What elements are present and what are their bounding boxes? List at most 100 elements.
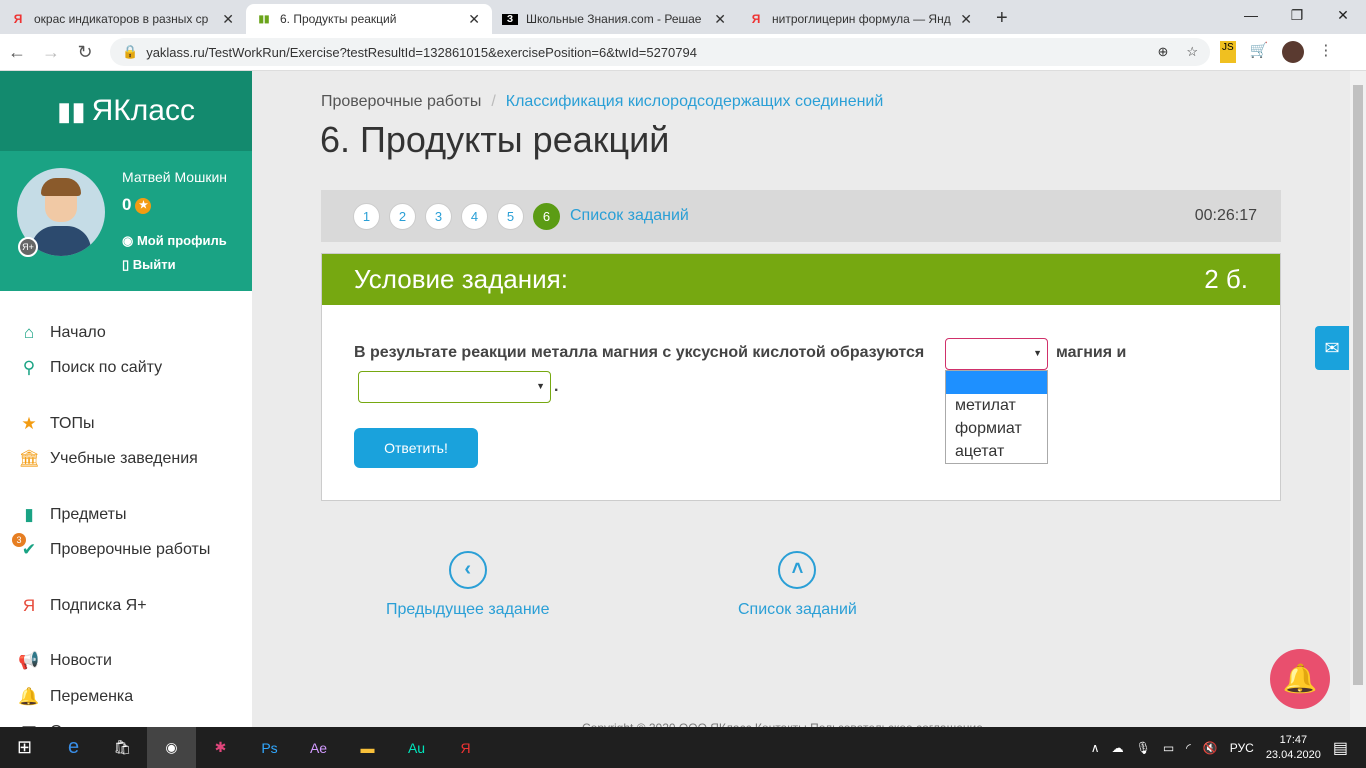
clock[interactable]: 17:47 23.04.2020	[1266, 733, 1321, 763]
sidebar-item-label: Подписка Я+	[50, 596, 147, 614]
sidebar-item-label: Начало	[50, 323, 106, 341]
sidebar-item-label: Предметы	[50, 505, 127, 523]
chevron-left-icon: ‹	[448, 551, 487, 589]
forward-icon[interactable]: →	[34, 42, 68, 63]
windows-start-icon[interactable]: ⊞	[0, 727, 49, 768]
app-icon[interactable]: ✱	[196, 727, 245, 768]
browser-tab[interactable]: З Школьные Знания.com - Решае ✕	[492, 4, 738, 34]
chevron-up-icon[interactable]: ∧	[1091, 741, 1100, 755]
mic-icon[interactable]: 🎙	[1136, 741, 1151, 755]
answer-select-1[interactable]: ▼	[945, 338, 1048, 370]
logout-icon: ▯	[122, 257, 130, 272]
question-text: В результате реакции металла магния с ук…	[354, 344, 925, 361]
menu-icon[interactable]: ⋮	[1318, 41, 1333, 63]
back-icon[interactable]: ←	[0, 42, 34, 63]
sidebar-item[interactable]: ✔ Проверочные работы 3	[0, 532, 252, 569]
logout-link[interactable]: ▯ Выйти	[122, 257, 176, 273]
close-icon[interactable]: ✕	[222, 11, 234, 28]
sidebar-item[interactable]: 🏛 Учебные заведения	[0, 442, 252, 478]
sidebar-item-label: Поиск по сайту	[50, 359, 163, 377]
sidebar-item[interactable]: ▮ Предметы	[0, 497, 252, 533]
explorer-icon[interactable]: ▬	[343, 727, 392, 768]
close-icon[interactable]: ✕	[714, 11, 726, 28]
after-effects-icon[interactable]: Ae	[294, 727, 343, 768]
minimize-button[interactable]: —	[1228, 0, 1274, 30]
page-number-button[interactable]: 6	[533, 202, 560, 230]
institution-icon: 🏛	[18, 449, 40, 469]
answer-select-2[interactable]: ▼	[358, 371, 551, 403]
sidebar-item[interactable]: ★ ТОПы	[0, 406, 252, 442]
dropdown-option[interactable]: метилат	[946, 394, 1047, 417]
close-icon[interactable]: ✕	[960, 11, 972, 28]
sidebar-item[interactable]: 📢 Новости	[0, 644, 252, 680]
battery-icon[interactable]: ▭	[1163, 741, 1174, 755]
previous-task-button[interactable]: ‹ Предыдущее задание	[386, 551, 549, 619]
taskbar: ⊞ e 🛍 ◉ ✱ Ps Ae ▬ Au Я ∧ ☁ 🎙 ▭ ◜ 🔇 РУС 17:47 2…	[0, 727, 1366, 768]
audition-icon[interactable]: Au	[392, 727, 441, 768]
page-number-button[interactable]: 3	[425, 202, 452, 230]
close-window-button[interactable]: ✕	[1320, 0, 1366, 30]
task-list-link[interactable]: Список заданий	[570, 207, 689, 225]
sidebar-item[interactable]: 🔔 Переменка	[0, 679, 252, 715]
photoshop-icon[interactable]: Ps	[245, 727, 294, 768]
user-name[interactable]: Матвей Мошкин	[122, 169, 227, 185]
sidebar-item[interactable]: ⌂ Начало	[0, 315, 252, 351]
page-number-button[interactable]: 4	[461, 202, 488, 230]
browser-tab[interactable]: Яокрас индикаторов в разных ср ✕	[0, 4, 246, 34]
scrollbar[interactable]	[1350, 71, 1366, 727]
timer: 00:26:17	[1194, 207, 1257, 224]
sidebar-item[interactable]: ▤Отправить отзыв	[0, 715, 252, 727]
mail-icon[interactable]: ✉	[1315, 326, 1349, 370]
sidebar-item-label: Переменка	[50, 687, 134, 705]
maximize-button[interactable]: ❐	[1274, 0, 1320, 30]
page-number-button[interactable]: 1	[353, 202, 380, 230]
bookmark-star-icon[interactable]: ☆	[1186, 44, 1198, 60]
chevron-up-icon: ˄	[778, 551, 817, 589]
dropdown-arrow-icon: ▼	[536, 381, 545, 391]
sidebar-item[interactable]: ⚲ Поиск по сайту	[0, 351, 252, 387]
user-score: 0 ★	[122, 195, 152, 215]
sidebar-item[interactable]: Я Подписка Я+	[0, 588, 252, 624]
js-extension-icon[interactable]: JS	[1220, 41, 1236, 63]
browser-tab[interactable]: Янитроглицерин формула — Янд ✕	[738, 4, 984, 34]
dropdown-option[interactable]: формиат	[946, 417, 1047, 440]
yaplus-icon: Я	[22, 595, 36, 615]
notifications-icon[interactable]: ▤	[1333, 738, 1348, 758]
yandex-icon: Я	[751, 12, 761, 26]
notification-bell-icon[interactable]: 🔔	[1270, 649, 1330, 709]
task-pager: 123456 Список заданий 00:26:17	[321, 190, 1281, 242]
yaklass-icon: ▮▮	[258, 13, 270, 25]
page-number-button[interactable]: 2	[389, 202, 416, 230]
url-input[interactable]: 🔒 yaklass.ru/TestWorkRun/Exercise?testRes…	[110, 38, 1210, 66]
profile-avatar[interactable]	[1282, 41, 1305, 63]
store-icon[interactable]: 🛍	[98, 727, 147, 768]
chrome-icon[interactable]: ◉	[147, 727, 196, 768]
add-icon[interactable]: ⊕	[1157, 44, 1168, 60]
dropdown-option[interactable]	[946, 371, 1047, 394]
network-error-icon[interactable]: ☁	[1112, 741, 1124, 755]
logo[interactable]: ▮▮ ЯКласс	[0, 71, 252, 151]
cart-icon[interactable]: 🛒	[1250, 41, 1269, 63]
answer-button[interactable]: Ответить!	[354, 428, 478, 468]
language-indicator[interactable]: РУС	[1230, 741, 1254, 755]
page-number-button[interactable]: 5	[497, 202, 524, 230]
volume-muted-icon[interactable]: 🔇	[1203, 741, 1218, 755]
wifi-icon[interactable]: ◜	[1186, 741, 1191, 755]
new-tab-button[interactable]: +	[984, 7, 1020, 34]
sidebar-item-label: Новости	[50, 652, 112, 670]
my-profile-link[interactable]: ◉ Мой профиль	[122, 233, 227, 249]
browser-tab-active[interactable]: ▮▮ 6. Продукты реакций ✕	[246, 4, 492, 34]
dropdown-option[interactable]: ацетат	[946, 440, 1047, 463]
yandex-browser-icon[interactable]: Я	[441, 727, 490, 768]
reload-icon[interactable]: ↻	[68, 42, 102, 63]
book-logo-icon: ▮▮	[57, 95, 86, 126]
close-icon[interactable]: ✕	[468, 11, 480, 28]
task-list-button[interactable]: ˄ Список заданий	[738, 551, 857, 619]
breadcrumb-root[interactable]: Проверочные работы	[321, 93, 481, 110]
breadcrumb-current[interactable]: Классификация кислородсодержащих соедине…	[506, 93, 884, 110]
task-header: Условие задания:	[354, 264, 568, 294]
sidebar-item-label: ТОПы	[50, 414, 95, 432]
url-text: yaklass.ru/TestWorkRun/Exercise?testResu…	[146, 44, 697, 60]
star-icon: ★	[21, 413, 37, 433]
edge-icon[interactable]: e	[49, 727, 98, 768]
